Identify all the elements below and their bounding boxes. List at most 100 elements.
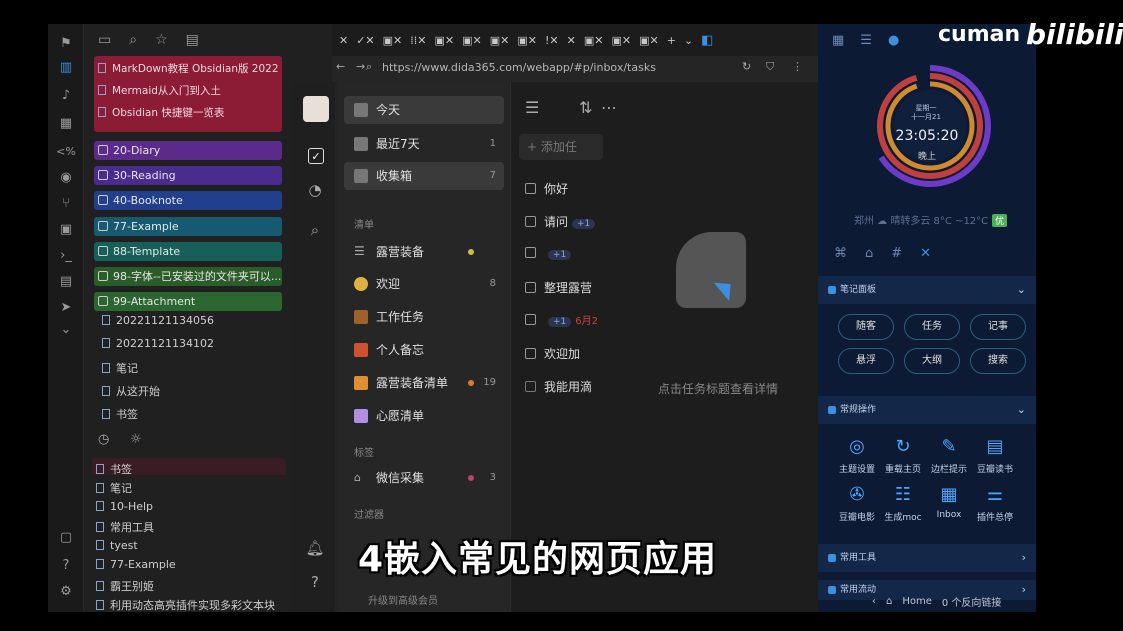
bookmark-icon[interactable]: ▤ (186, 32, 199, 48)
bell-icon[interactable]: 🔔︎ (305, 538, 325, 558)
list-item[interactable]: ☰ 露营装备 (344, 238, 504, 266)
button-random[interactable]: 随客 (838, 314, 894, 340)
list-next7[interactable]: 最近7天 1 (344, 130, 504, 158)
task-item[interactable]: 请问 +1 (525, 213, 596, 230)
op-plugins[interactable]: ⚌ 插件总停 (970, 484, 1020, 523)
tools-icon[interactable]: ✕ (920, 246, 931, 261)
folder-diary[interactable]: 20-Diary (94, 141, 282, 160)
git-icon[interactable]: ⑂ (56, 194, 76, 214)
bookmark-item[interactable]: 10-Help (96, 500, 153, 513)
list-item[interactable]: 心愿清单 (344, 402, 504, 430)
button-float[interactable]: 悬浮 (838, 348, 894, 374)
tag-icon[interactable]: ⌂ (865, 246, 873, 261)
calendar-icon[interactable]: ▦ (832, 33, 844, 48)
op-moc[interactable]: ☷ 生成moc (878, 484, 928, 523)
bookmark-item[interactable]: 书签 (96, 461, 132, 477)
list-inbox[interactable]: 收集箱 7 (344, 162, 504, 190)
tab[interactable]: ✕ (564, 34, 579, 47)
avatar[interactable] (303, 96, 329, 122)
button-outline[interactable]: 大纲 (904, 348, 960, 374)
tab[interactable]: ✕ (336, 34, 351, 47)
pinned-note[interactable]: MarkDown教程 Obsidian版 2022.4. (98, 58, 278, 80)
button-task[interactable]: 任务 (904, 314, 960, 340)
chevron-down-icon[interactable]: ⌄ (56, 320, 76, 340)
op-hints[interactable]: ✎ 边栏提示 (924, 436, 974, 475)
pinned-note[interactable]: Obsidian 快捷键一览表 (98, 102, 278, 124)
op-douban-book[interactable]: ▤ 豆瓣读书 (970, 436, 1020, 475)
bookmark-item[interactable]: 77-Example (96, 558, 176, 571)
table-icon[interactable]: ▦ (56, 114, 76, 134)
list-item[interactable]: 露营装备清单 19 (344, 369, 504, 397)
file-item[interactable]: 从这开始 (102, 383, 160, 399)
task-item[interactable]: +1 (525, 246, 572, 260)
calendar-nav-icon[interactable]: ◔ (305, 180, 325, 200)
send-icon[interactable]: ➤ (56, 298, 76, 318)
task-item[interactable]: +1 6月2 (525, 312, 598, 327)
back-icon[interactable]: ← (336, 60, 345, 73)
task-item[interactable]: 欢迎加 (525, 345, 580, 362)
sort-icon[interactable]: ⇅ (579, 98, 592, 117)
home-link[interactable]: Home (902, 596, 932, 607)
help-icon[interactable]: ? (305, 572, 325, 592)
add-task-input[interactable]: + 添加任 (519, 134, 603, 160)
tab[interactable]: ▣✕ (608, 34, 634, 47)
bookmark-item[interactable]: 霸王别姬 (96, 578, 154, 594)
checkbox-nav-icon[interactable]: ✓ (308, 148, 324, 164)
list-today[interactable]: 今天 (344, 96, 504, 124)
vault-icon[interactable]: ⚑ (56, 34, 76, 54)
refresh-icon[interactable]: ↻ (742, 60, 751, 73)
tab[interactable]: ▣✕ (432, 34, 458, 47)
folder-fonts[interactable]: 98-字体--已安装过的文件夹可以... (94, 267, 282, 286)
settings-icon[interactable]: ⚙ (56, 582, 76, 602)
folder-icon[interactable]: ▭ (98, 32, 111, 48)
tab[interactable]: ▣✕ (380, 34, 406, 47)
bookmark-item[interactable]: 常用工具 (96, 519, 154, 535)
tab[interactable]: ▣✕ (581, 34, 607, 47)
search-icon[interactable]: ⌕ (305, 220, 325, 240)
tools-header[interactable]: 常用工具 › (818, 544, 1036, 572)
button-search[interactable]: 搜索 (970, 348, 1026, 374)
mic-icon[interactable]: ♪ (56, 86, 76, 106)
search-icon[interactable]: ⌕ (129, 32, 137, 48)
file-item[interactable]: 笔记 (102, 360, 138, 376)
bookmark-item[interactable]: 笔记 (96, 480, 132, 496)
button-memo[interactable]: 记事 (970, 314, 1026, 340)
bookmark-item[interactable]: tyest (96, 539, 138, 552)
address-bar[interactable]: ← → ⌕ https://www.dida365.com/webapp/#p/… (332, 56, 818, 82)
home-icon[interactable]: ⌂ (886, 596, 892, 607)
database-icon[interactable]: ◉ (56, 168, 76, 188)
vault-switch-icon[interactable]: ▢ (56, 528, 76, 548)
clock-icon[interactable]: ◷ (98, 432, 109, 447)
folder-attachment[interactable]: 99-Attachment (94, 292, 282, 311)
common-ops-header[interactable]: 常规操作 ⌄ (818, 396, 1036, 424)
upgrade-link[interactable]: 升级到高级会员 (368, 592, 438, 607)
hash-icon[interactable]: # (891, 246, 902, 261)
calendar-icon[interactable]: ▣ (56, 220, 76, 240)
list-item[interactable]: 工作任务 (344, 303, 504, 331)
folder-booknote[interactable]: 40-Booknote (94, 191, 282, 210)
folder-template[interactable]: 88-Template (94, 242, 282, 261)
tab[interactable]: ▣✕ (514, 34, 540, 47)
circle-icon[interactable]: ● (888, 33, 899, 48)
list-item[interactable]: 欢迎 8 (344, 270, 504, 298)
split-view-icon[interactable]: ◧ (698, 33, 716, 48)
task-item[interactable]: 我能用滴 (525, 378, 592, 395)
shield-icon[interactable]: ⛉ (766, 60, 774, 74)
file-item[interactable]: 20221121134102 (102, 337, 214, 350)
menu-icon[interactable]: ☰ (525, 98, 539, 117)
layout-icon[interactable]: ▥ (56, 58, 76, 78)
list-item[interactable]: 个人备忘 (344, 336, 504, 364)
tab[interactable]: !✕ (542, 34, 562, 47)
tab[interactable]: ⁞⁞✕ (407, 34, 429, 47)
bookmark-item[interactable]: 利用动态高亮插件实现多彩文本块 (96, 597, 275, 612)
help-icon[interactable]: ? (56, 556, 76, 576)
task-item[interactable]: 你好 (525, 180, 568, 197)
terminal-icon[interactable]: ›_ (56, 246, 76, 266)
list-icon[interactable]: ☰ (860, 33, 872, 48)
op-inbox[interactable]: ▦ Inbox (924, 484, 974, 520)
star-icon[interactable]: ☆ (155, 32, 168, 48)
new-tab-button[interactable]: + (664, 34, 679, 47)
back-icon[interactable]: ‹ (872, 596, 876, 607)
tab-list-button[interactable]: ⌄ (681, 34, 696, 47)
task-item[interactable]: 整理露营 (525, 279, 592, 296)
